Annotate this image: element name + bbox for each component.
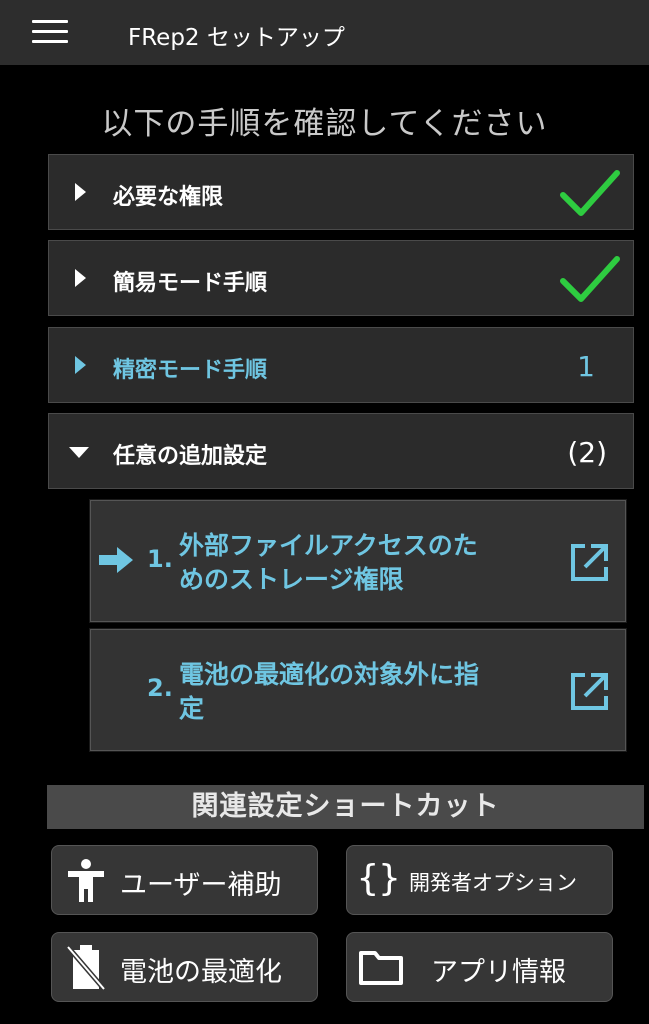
battery-optimization-button[interactable]: 電池の最適化	[51, 932, 318, 1002]
curly-braces-icon: {}	[357, 858, 401, 899]
button-label: 電池の最適化	[120, 957, 282, 988]
developer-options-button[interactable]: {} 開発者オプション	[346, 845, 613, 915]
item-number: 1.	[147, 545, 173, 573]
check-icon	[560, 256, 620, 302]
arrow-right-icon	[99, 547, 133, 573]
item-number: 2.	[147, 674, 173, 702]
item-text-line: 定	[179, 694, 205, 723]
item-text-line: めのストレージ権限	[179, 565, 404, 594]
check-icon	[560, 170, 620, 216]
step-precise-mode[interactable]: 精密モード手順 1	[48, 327, 634, 403]
chevron-right-icon	[75, 269, 86, 287]
accessibility-icon	[68, 859, 104, 902]
step-label: 必要な権限	[113, 185, 224, 210]
battery-off-icon	[66, 945, 106, 991]
step-optional-settings[interactable]: 任意の追加設定 (2)	[48, 413, 634, 489]
step-count: (2)	[567, 436, 607, 469]
chevron-right-icon	[75, 183, 86, 201]
item-text: 電池の最適化の対象外に指 定	[179, 658, 549, 726]
step-count: 1	[577, 350, 595, 383]
item-text: 外部ファイルアクセスのた めのストレージ権限	[179, 529, 549, 597]
optional-item-battery-exclusion[interactable]: 2. 電池の最適化の対象外に指 定	[90, 629, 626, 751]
accessibility-button[interactable]: ユーザー補助	[51, 845, 318, 915]
app-bar: FRep2 セットアップ	[0, 0, 649, 65]
chevron-right-icon	[75, 356, 86, 374]
open-external-icon[interactable]	[567, 541, 611, 585]
step-label: 簡易モード手順	[113, 271, 268, 296]
button-label: アプリ情報	[431, 957, 566, 988]
button-label: ユーザー補助	[120, 870, 282, 901]
shortcuts-header: 関連設定ショートカット	[47, 785, 644, 829]
item-text-line: 外部ファイルアクセスのた	[179, 531, 478, 560]
item-text-line: 電池の最適化の対象外に指	[179, 660, 480, 689]
folder-icon	[359, 951, 403, 985]
app-title: FRep2 セットアップ	[128, 25, 345, 51]
chevron-down-icon	[69, 447, 89, 458]
hamburger-menu-icon[interactable]	[32, 20, 68, 44]
app-info-button[interactable]: アプリ情報	[346, 932, 613, 1002]
page-heading: 以下の手順を確認してください	[101, 106, 548, 142]
step-simple-mode[interactable]: 簡易モード手順	[48, 240, 634, 316]
step-required-permissions[interactable]: 必要な権限	[48, 154, 634, 230]
open-external-icon[interactable]	[567, 670, 611, 714]
button-label: 開発者オプション	[409, 871, 577, 895]
step-label: 任意の追加設定	[113, 444, 268, 469]
step-label: 精密モード手順	[113, 358, 268, 383]
optional-item-storage-permission[interactable]: 1. 外部ファイルアクセスのた めのストレージ権限	[90, 500, 626, 622]
